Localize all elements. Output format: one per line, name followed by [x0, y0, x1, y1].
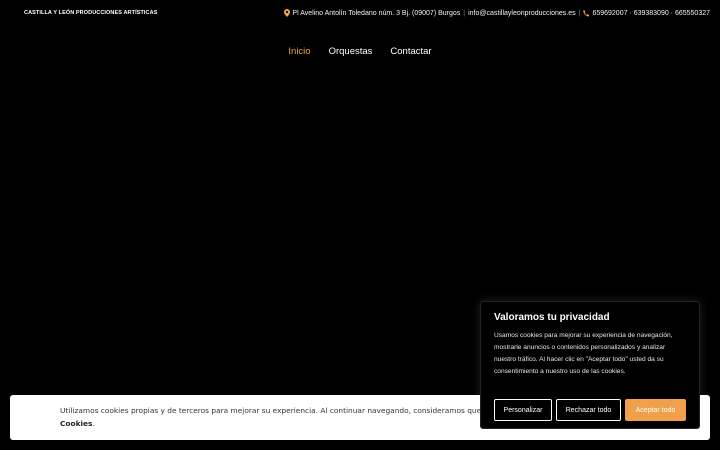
email-link[interactable]: info@castillayleonproducciones.es: [468, 10, 576, 17]
reject-all-button[interactable]: Rechazar todo: [556, 399, 621, 421]
privacy-modal-title: Valoramos tu privacidad: [494, 312, 610, 323]
privacy-consent-modal: Valoramos tu privacidad Usamos cookies p…: [480, 301, 700, 429]
phone-numbers[interactable]: 659692007 · 639383090 · 665550327: [592, 10, 710, 17]
phone-icon: [583, 9, 592, 17]
top-bar: CASTILLA Y LEÓN PRODUCCIONES ARTÍSTICAS …: [0, 0, 720, 26]
contact-info: Pl Avelino Antolín Toledano núm. 3 Bj. (…: [284, 9, 710, 17]
site-brand[interactable]: CASTILLA Y LEÓN PRODUCCIONES ARTÍSTICAS: [24, 10, 157, 16]
location-pin-icon: [284, 9, 292, 17]
nav-item-orquestas[interactable]: Orquestas: [329, 46, 373, 57]
divider: |: [578, 9, 581, 17]
divider: |: [463, 9, 466, 17]
customize-button[interactable]: Personalizar: [494, 399, 552, 421]
nav-item-inicio[interactable]: Inicio: [288, 46, 310, 57]
privacy-modal-body: Usamos cookies para mejorar su experienc…: [494, 332, 673, 375]
privacy-modal-actions: Personalizar Rechazar todo Aceptar todo: [494, 399, 686, 421]
cookie-notice-period: .: [92, 418, 95, 428]
nav-item-contactar[interactable]: Contactar: [390, 46, 431, 57]
accept-all-button[interactable]: Aceptar todo: [625, 399, 686, 421]
cookies-link[interactable]: Cookies: [60, 419, 92, 428]
address-text: Pl Avelino Antolín Toledano núm. 3 Bj. (…: [292, 9, 461, 17]
main-nav: Inicio Orquestas Contactar: [0, 46, 720, 57]
